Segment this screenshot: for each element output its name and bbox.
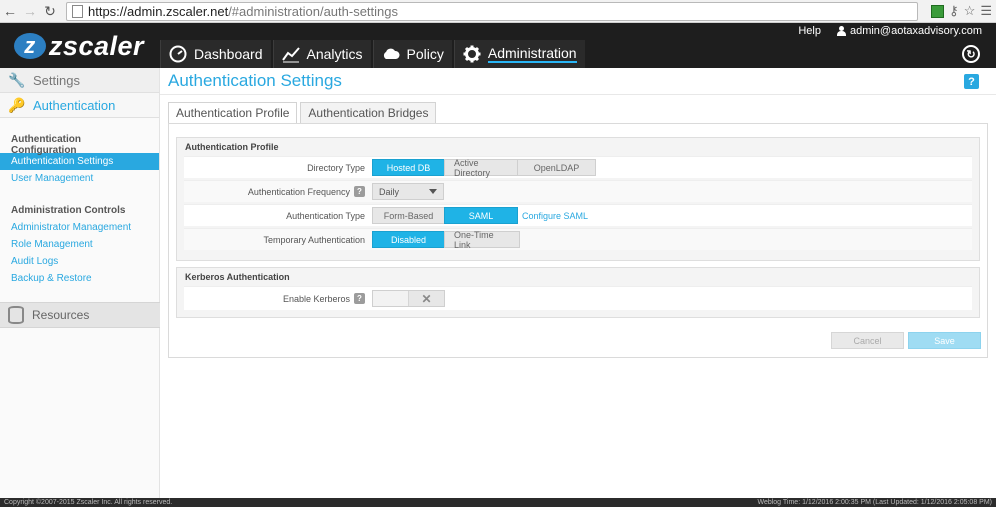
enable-kerberos-toggle[interactable]: ✕ bbox=[372, 290, 445, 307]
star-icon[interactable]: ☆ bbox=[964, 3, 976, 19]
nav-analytics[interactable]: Analytics bbox=[272, 40, 371, 68]
toggle-handle bbox=[373, 291, 409, 306]
address-bar[interactable]: https://admin.zscaler.net/#administratio… bbox=[66, 2, 918, 21]
question-icon[interactable]: ? bbox=[354, 293, 365, 304]
sidebar-authentication-label: Authentication bbox=[33, 97, 116, 113]
sidebar-item-role-management[interactable]: Role Management bbox=[0, 236, 159, 253]
save-button[interactable]: Save bbox=[908, 332, 981, 349]
title-divider bbox=[160, 94, 996, 95]
configure-saml-link[interactable]: Configure SAML bbox=[522, 211, 588, 221]
user-menu[interactable]: admin@aotaxadvisory.com bbox=[836, 25, 982, 37]
nav-analytics-label: Analytics bbox=[306, 46, 363, 62]
auth-type-label: Authentication Type bbox=[286, 210, 365, 221]
page-title: Authentication Settings bbox=[168, 71, 342, 90]
dashboard-icon bbox=[169, 45, 187, 63]
auth-type-selector: Form-Based SAML bbox=[372, 207, 518, 224]
page-icon bbox=[72, 5, 83, 18]
zscaler-logo-icon: z bbox=[14, 33, 46, 59]
option-active-directory[interactable]: Active Directory bbox=[444, 158, 518, 178]
enable-kerberos-label: Enable Kerberos ? bbox=[184, 293, 372, 304]
auth-frequency-label: Authentication Frequency ? bbox=[184, 186, 372, 197]
wrench-icon: 🔧 bbox=[8, 71, 26, 88]
zscaler-logo[interactable]: z zscaler bbox=[14, 31, 144, 61]
menu-icon[interactable]: ☰ bbox=[980, 3, 992, 19]
back-icon[interactable]: ← bbox=[0, 1, 20, 21]
database-icon bbox=[8, 306, 24, 324]
forward-icon[interactable]: → bbox=[20, 1, 40, 21]
kerberos-authentication-group: Kerberos Authentication Enable Kerberos … bbox=[176, 267, 980, 318]
help-link[interactable]: Help bbox=[798, 25, 821, 37]
temp-auth-selector: Disabled One-Time Link bbox=[372, 230, 520, 250]
sidebar-settings-label: Settings bbox=[33, 72, 80, 88]
group-title: Kerberos Authentication bbox=[185, 271, 290, 282]
nav-administration-label: Administration bbox=[487, 45, 577, 63]
url-host: https://admin.zscaler.net bbox=[88, 4, 229, 19]
section-administration-controls: Administration Controls bbox=[11, 205, 126, 216]
auth-frequency-select[interactable]: Daily bbox=[372, 183, 444, 200]
extension-icons: ⚷ ☆ ☰ bbox=[931, 3, 992, 19]
sidebar-authentication[interactable]: 🔑 Authentication bbox=[0, 93, 159, 118]
option-saml[interactable]: SAML bbox=[444, 207, 518, 224]
extension-shield-icon[interactable] bbox=[931, 4, 945, 18]
app-header: z zscaler Help admin@aotaxadvisory.com D… bbox=[0, 23, 996, 68]
nav-administration[interactable]: Administration bbox=[453, 40, 585, 68]
refresh-icon[interactable]: ↻ bbox=[962, 45, 980, 63]
cancel-button[interactable]: Cancel bbox=[831, 332, 904, 349]
nav-dashboard[interactable]: Dashboard bbox=[160, 40, 271, 68]
tab-bar: Authentication Profile Authentication Br… bbox=[168, 102, 437, 123]
sidebar: 🔧 Settings 🔑 Authentication Authenticati… bbox=[0, 68, 160, 498]
reload-icon[interactable]: ↻ bbox=[40, 1, 60, 21]
cloud-icon bbox=[382, 45, 400, 63]
key-icon: 🔑 bbox=[8, 96, 26, 113]
sidebar-item-authentication-settings[interactable]: Authentication Settings bbox=[0, 153, 159, 170]
group-title: Authentication Profile bbox=[185, 141, 279, 152]
dropdown-caret-icon bbox=[429, 189, 437, 194]
main-nav: Dashboard Analytics Policy Administratio… bbox=[160, 40, 587, 68]
user-email: admin@aotaxadvisory.com bbox=[849, 25, 982, 37]
sidebar-item-administrator-management[interactable]: Administrator Management bbox=[0, 219, 159, 236]
close-icon: ✕ bbox=[421, 291, 432, 306]
sidebar-item-audit-logs[interactable]: Audit Logs bbox=[0, 253, 159, 270]
auth-frequency-value: Daily bbox=[379, 186, 400, 197]
nav-dashboard-label: Dashboard bbox=[194, 46, 263, 62]
top-links: Help admin@aotaxadvisory.com bbox=[798, 25, 982, 37]
sidebar-resources[interactable]: Resources bbox=[0, 302, 160, 328]
browser-toolbar: ← → ↻ https://admin.zscaler.net/#adminis… bbox=[0, 0, 996, 23]
url-path: /#administration/auth-settings bbox=[228, 4, 398, 19]
auth-type-row: Authentication Type Form-Based SAML Conf… bbox=[184, 204, 972, 226]
directory-type-selector: Hosted DB Active Directory OpenLDAP bbox=[372, 158, 596, 178]
user-icon bbox=[836, 26, 846, 36]
analytics-icon bbox=[281, 45, 300, 63]
footer: Copyright ©2007-2015 Zscaler Inc. All ri… bbox=[0, 498, 996, 507]
sidebar-item-backup-restore[interactable]: Backup & Restore bbox=[0, 270, 159, 287]
enable-kerberos-row: Enable Kerberos ? ✕ bbox=[184, 286, 972, 310]
option-disabled[interactable]: Disabled bbox=[372, 231, 445, 248]
nav-policy[interactable]: Policy bbox=[372, 40, 452, 68]
question-icon[interactable]: ? bbox=[354, 186, 365, 197]
key-icon[interactable]: ⚷ bbox=[949, 3, 959, 19]
sidebar-resources-label: Resources bbox=[32, 308, 90, 322]
auth-frequency-row: Authentication Frequency ? Daily bbox=[184, 180, 972, 202]
option-one-time-link[interactable]: One-Time Link bbox=[444, 230, 520, 250]
authentication-profile-group: Authentication Profile Directory Type Ho… bbox=[176, 137, 980, 261]
temp-auth-label: Temporary Authentication bbox=[263, 234, 365, 245]
tab-authentication-profile[interactable]: Authentication Profile bbox=[168, 102, 298, 123]
sidebar-settings[interactable]: 🔧 Settings bbox=[0, 68, 159, 93]
logo-text: zscaler bbox=[48, 30, 144, 61]
directory-type-row: Directory Type Hosted DB Active Director… bbox=[184, 156, 972, 178]
directory-type-label: Directory Type bbox=[307, 162, 365, 173]
weblog-time: Weblog Time: 1/12/2016 2:00:35 PM (Last … bbox=[757, 499, 992, 506]
section-auth-configuration: Authentication Configuration bbox=[11, 133, 81, 156]
sidebar-item-user-management[interactable]: User Management bbox=[0, 170, 159, 187]
copyright-text: Copyright ©2007-2015 Zscaler Inc. All ri… bbox=[4, 499, 173, 506]
option-openldap[interactable]: OpenLDAP bbox=[517, 159, 596, 176]
nav-policy-label: Policy bbox=[406, 46, 444, 62]
tab-authentication-bridges[interactable]: Authentication Bridges bbox=[300, 102, 437, 123]
gear-icon bbox=[463, 45, 481, 63]
option-hosted-db[interactable]: Hosted DB bbox=[372, 159, 445, 176]
content-panel: Authentication Profile Directory Type Ho… bbox=[168, 123, 988, 358]
temp-auth-row: Temporary Authentication Disabled One-Ti… bbox=[184, 228, 972, 250]
option-form-based[interactable]: Form-Based bbox=[372, 207, 445, 224]
help-icon[interactable]: ? bbox=[964, 74, 979, 89]
